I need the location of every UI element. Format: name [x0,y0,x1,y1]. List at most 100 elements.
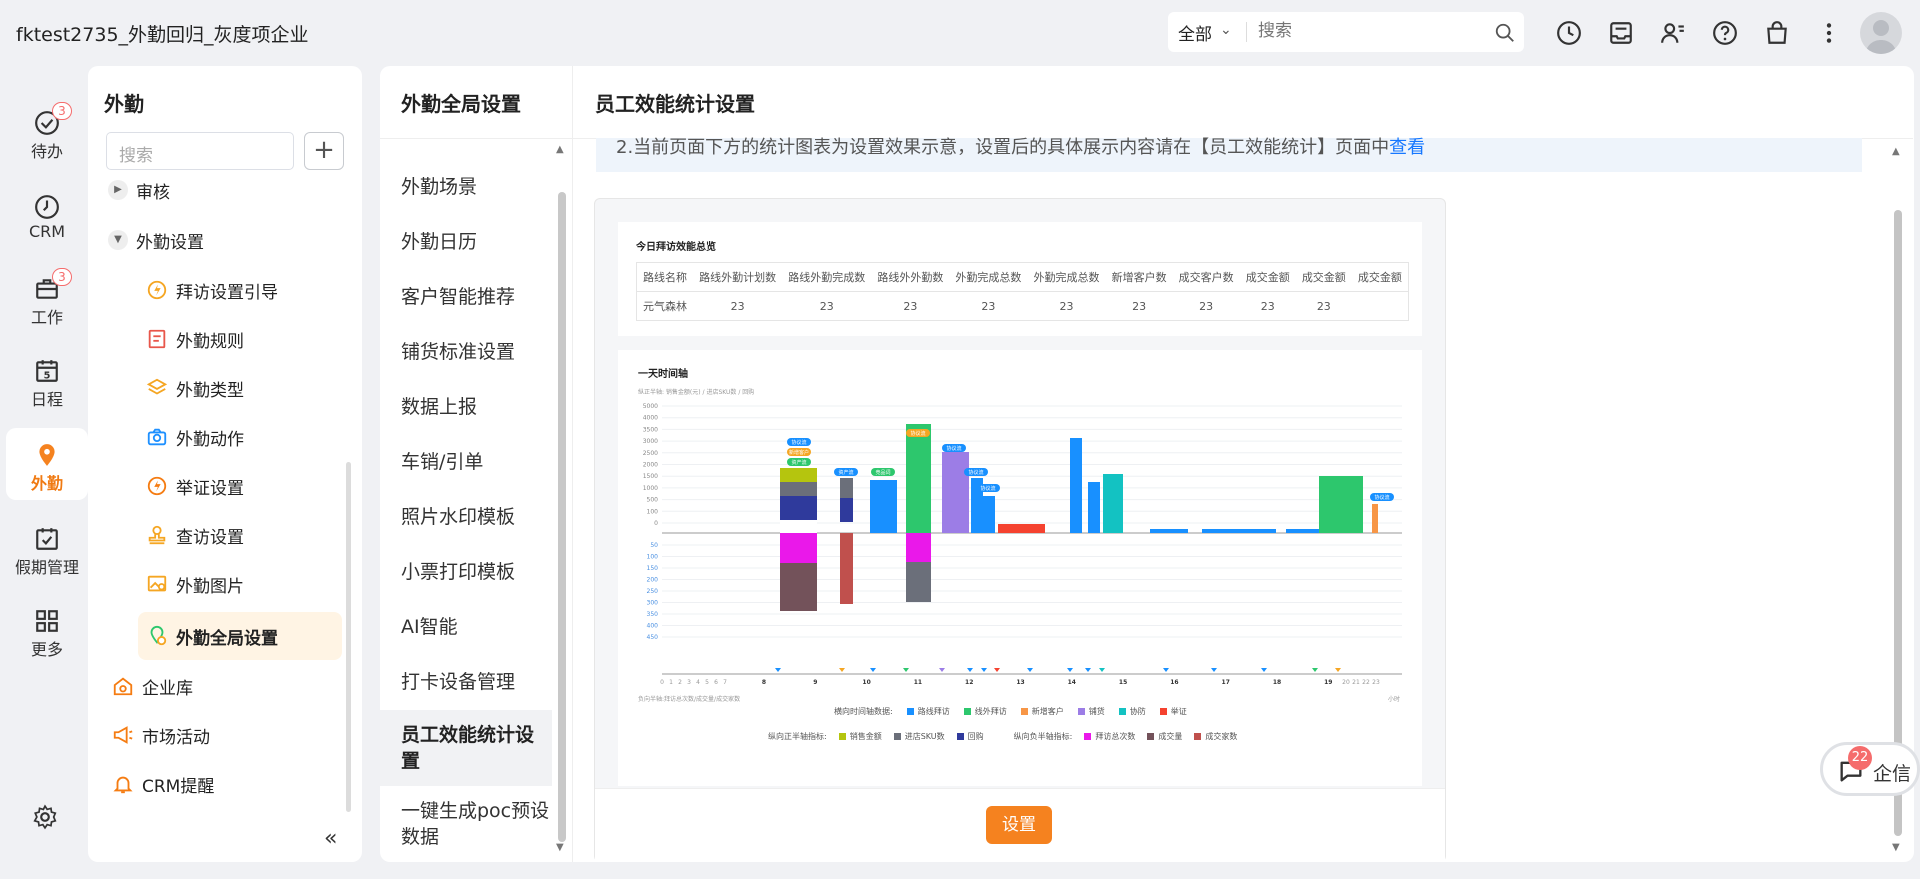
qixin-chat-button[interactable]: 企信 [1820,742,1920,796]
axis-event-marker [1335,668,1341,672]
collapse-sidebar-icon[interactable]: « [324,826,337,851]
contacts-icon[interactable] [1660,20,1686,46]
tree-item-field-images[interactable]: 外勤图片 [138,560,342,608]
avatar[interactable] [1860,12,1902,54]
tree-item-inspection-settings[interactable]: 查访设置 [138,511,342,559]
x-tick-label: 2 [678,679,682,686]
x-tick-label: 19 [1324,679,1332,686]
menu-item-efficiency-stats[interactable]: 员工效能统计设置 [380,710,552,786]
menu-item-distribution-standard[interactable]: 铺货标准设置 [380,328,552,372]
rail-item-more[interactable]: 更多 [6,594,88,666]
y-tick-label: 4000 [643,415,658,422]
legend-swatch [963,708,971,715]
menu-item-receipt-template[interactable]: 小票打印模板 [380,548,552,592]
nav-scrollbar[interactable] [346,462,351,812]
axis-event-marker [903,668,909,672]
x-tick-label: 1 [669,679,673,686]
tree-item-enterprise-library[interactable]: 企业库 [112,666,193,706]
settings-gear-icon[interactable] [32,804,58,830]
help-icon[interactable] [1712,20,1738,46]
shopping-bag-icon[interactable] [1764,20,1790,46]
tree-item-global-settings[interactable]: 外勤全局设置 [138,612,342,660]
panel-title: 外勤全局设置 [401,92,521,116]
menu-item-smart-recommend[interactable]: 客户智能推荐 [380,273,552,317]
tree-item-marketing[interactable]: 市场活动 [112,715,210,755]
x-tick-label: 14 [1068,679,1076,686]
legend-swatch [1118,708,1126,715]
legend-item: 协防 [1118,706,1146,717]
search-scope-select[interactable]: 全部 [1178,20,1212,45]
x-tick-label: 18 [1273,679,1281,686]
tree-item-crm-reminder[interactable]: CRM提醒 [112,764,214,804]
tree-item-evidence-settings[interactable]: 举证设置 [138,462,342,510]
menu-item-field-calendar[interactable]: 外勤日历 [380,218,552,262]
menu-item-field-scene[interactable]: 外勤场景 [380,163,552,207]
set-button[interactable]: 设置 [986,806,1052,844]
tree-item-visit-guide[interactable]: 拜访设置引导 [138,266,342,314]
tree-label: 市场活动 [142,727,210,748]
nav-search-input[interactable]: 搜索 [106,132,294,170]
inbox-tray-icon[interactable] [1608,20,1634,46]
table-header: 外勤完成总数 [1033,271,1100,284]
tree-label: 外勤规则 [176,331,244,352]
menu-item-ai[interactable]: AI智能 [380,603,552,647]
bar [780,496,817,520]
legend-row-axis: 纵向正半轴指标: 销售金额 进店SKU数 回购 纵向负半轴指标: 拜访总次数 成交量 成交家… [768,731,1237,742]
x-tick-label: 21 [1352,679,1360,686]
rail-item-schedule[interactable]: 5 日程 [6,344,88,416]
tree-item-field-rules[interactable]: 外勤规则 [138,315,342,363]
x-tick-label: 23 [1372,679,1380,686]
x-tick-label: 12 [965,679,973,686]
scroll-up-arrow-icon[interactable]: ▲ [1892,146,1900,157]
legend-text: 新增客户 [1031,707,1064,716]
rail-item-todo[interactable]: 待办 3 [6,96,88,168]
more-vertical-icon[interactable] [1816,20,1842,46]
y-tick-label: 3000 [643,438,658,445]
tree-item-field-types[interactable]: 外勤类型 [138,364,342,412]
stamp-icon [148,525,166,545]
table-cell: 23 [819,299,834,313]
legend-item: 进店SKU数 [893,731,945,742]
calendar-icon: 5 [36,360,58,382]
menu-item-van-sales[interactable]: 车销/引单 [380,438,552,482]
rail-item-crm[interactable]: CRM [6,180,88,252]
x-tick-label: 20 [1342,679,1350,686]
history-clock-icon[interactable] [1556,20,1582,46]
enterprise-name[interactable]: fktest2735_外勤回归_灰度项企业 [16,20,309,47]
chevron-down-icon[interactable]: ⌄ [1220,22,1232,38]
bar [906,424,931,533]
scroll-down-arrow-icon[interactable]: ▼ [1892,842,1900,853]
rail-item-holiday[interactable]: 假期管理 [6,512,88,584]
y-tick-label: 300 [647,600,659,607]
axis-event-marker [870,668,876,672]
menu-item-data-report[interactable]: 数据上报 [380,383,552,427]
y-tick-label: 400 [647,623,659,630]
rail-item-field-work[interactable]: 外勤 [6,428,88,500]
crm-clock-icon [35,195,59,219]
rail-label: 工作 [30,308,63,327]
y-tick-label: 150 [647,565,659,572]
legend-item: 成交量 [1147,731,1182,742]
tree-item-review[interactable]: ▶ 审核 [108,170,170,210]
menu-item-punch-device[interactable]: 打卡设备管理 [380,658,552,702]
scroll-down-arrow-icon[interactable]: ▼ [556,842,564,853]
x-tick-label: 22 [1362,679,1370,686]
tree-item-field-actions[interactable]: 外勤动作 [138,413,342,461]
add-button[interactable]: + [304,132,344,170]
y-tick-label: 1500 [643,473,658,480]
caret-right-icon[interactable]: ▶ [108,180,128,200]
scroll-up-arrow-icon[interactable]: ▲ [556,144,564,155]
caret-down-icon[interactable]: ▼ [108,230,128,250]
table-header: 成交金额 [1301,271,1346,284]
menu-item-watermark-template[interactable]: 照片水印模板 [380,493,552,537]
layers-icon [146,378,168,395]
tree-item-field-settings[interactable]: ▼ 外勤设置 [108,220,204,260]
view-link[interactable]: 查看 [1389,137,1425,158]
search-icon[interactable] [1494,22,1516,44]
menu-scrollbar[interactable] [558,192,566,842]
menu-item-poc-preset[interactable]: 一键生成poc预设数据 [380,794,552,854]
chart-title: 一天时间轴 [638,369,688,380]
global-search-input[interactable] [1258,21,1478,41]
legend-text: 成交量 [1158,732,1183,741]
rail-item-work[interactable]: 工作 3 [6,262,88,334]
